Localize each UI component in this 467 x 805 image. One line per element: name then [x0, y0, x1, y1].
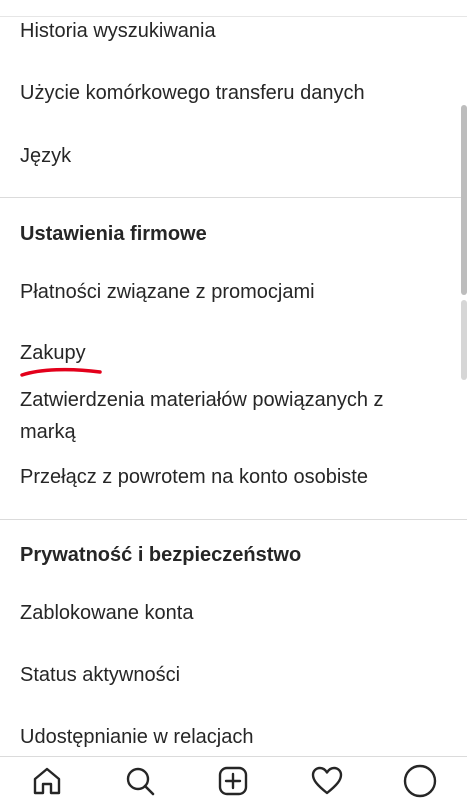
add-post-icon — [219, 766, 248, 796]
heart-icon — [311, 766, 343, 795]
menu-item-search-history[interactable]: Historia wyszukiwania — [20, 18, 216, 44]
home-icon — [33, 767, 60, 795]
section-title-privacy-security: Prywatność i bezpieczeństwo — [20, 544, 302, 566]
scrollbar-thumb[interactable] — [461, 105, 467, 295]
menu-item-story-sharing[interactable]: Udostępnianie w relacjach — [20, 724, 253, 750]
menu-item-switch-to-personal[interactable]: Przełącz z powrotem na konto osobiste — [20, 464, 368, 490]
section-divider — [0, 197, 467, 198]
menu-item-promotion-payments[interactable]: Płatności związane z promocjami — [20, 279, 315, 305]
profile-button[interactable] — [398, 759, 442, 803]
menu-item-language[interactable]: Język — [20, 143, 71, 169]
menu-item-activity-status[interactable]: Status aktywności — [20, 662, 180, 688]
bottom-navigation-bar — [0, 756, 467, 805]
top-divider — [0, 0, 467, 17]
activity-button[interactable] — [305, 759, 349, 803]
section-divider — [0, 519, 467, 520]
red-underline-annotation — [20, 367, 102, 377]
search-icon — [126, 767, 155, 796]
menu-item-shopping[interactable]: Zakupy — [20, 340, 86, 366]
scrollbar-track — [461, 300, 467, 380]
menu-item-branded-content-approvals[interactable]: Zatwierdzenia materiałów powiązanych z m… — [20, 384, 400, 448]
menu-item-cellular-data-use[interactable]: Użycie komórkowego transferu danych — [20, 80, 365, 106]
add-post-button[interactable] — [211, 759, 255, 803]
section-title-business-settings: Ustawienia firmowe — [20, 223, 207, 245]
home-button[interactable] — [25, 759, 69, 803]
menu-item-blocked-accounts[interactable]: Zablokowane konta — [20, 600, 193, 626]
profile-icon — [404, 764, 437, 798]
search-button[interactable] — [118, 759, 162, 803]
